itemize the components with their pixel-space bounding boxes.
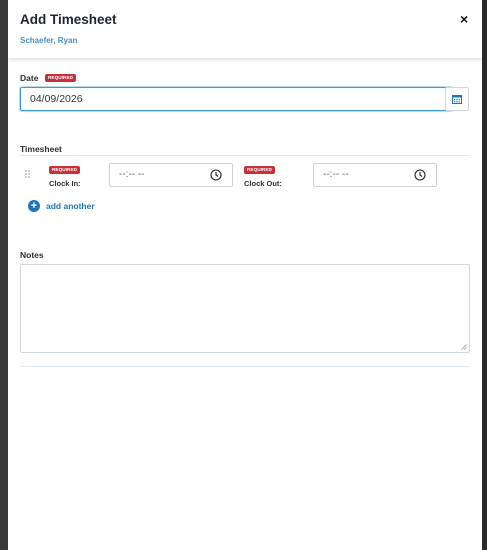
clock-in-input[interactable]: --:-- -- — [109, 163, 233, 187]
add-another-button[interactable]: + add another — [28, 200, 95, 212]
section-divider — [20, 155, 470, 156]
modal-header: Add Timesheet Schaefer, Ryan × — [8, 0, 482, 58]
clock-in-placeholder: --:-- -- — [119, 169, 145, 180]
calendar-button[interactable] — [445, 87, 469, 111]
notes-textarea[interactable] — [20, 264, 470, 353]
clock-out-input[interactable]: --:-- -- — [313, 163, 437, 187]
background-scrollbar — [482, 0, 487, 550]
drag-handle-icon[interactable] — [25, 170, 30, 178]
calendar-icon — [452, 95, 462, 104]
employee-name: Schaefer, Ryan — [20, 36, 78, 45]
add-another-label: add another — [46, 201, 95, 211]
resize-handle-icon[interactable] — [461, 344, 467, 350]
add-timesheet-modal: Add Timesheet Schaefer, Ryan × Date REQU… — [8, 0, 482, 550]
form-divider — [20, 366, 470, 367]
notes-label: Notes — [20, 250, 44, 260]
clock-out-required-badge: REQUIRED — [244, 166, 276, 174]
clock-out-label: Clock Out: — [244, 179, 282, 188]
clock-in-required-badge: REQUIRED — [49, 166, 81, 174]
date-label: Date — [20, 73, 39, 83]
clock-in-label: Clock In: — [49, 179, 81, 188]
clock-icon — [414, 169, 426, 181]
clock-icon — [210, 169, 222, 181]
date-required-badge: REQUIRED — [45, 74, 77, 82]
plus-circle-icon: + — [28, 200, 40, 212]
modal-title: Add Timesheet — [20, 12, 117, 27]
timesheet-label: Timesheet — [20, 144, 62, 154]
date-input[interactable]: 04/09/2026 — [20, 87, 453, 111]
clock-out-placeholder: --:-- -- — [323, 169, 349, 180]
close-icon[interactable]: × — [460, 11, 468, 27]
